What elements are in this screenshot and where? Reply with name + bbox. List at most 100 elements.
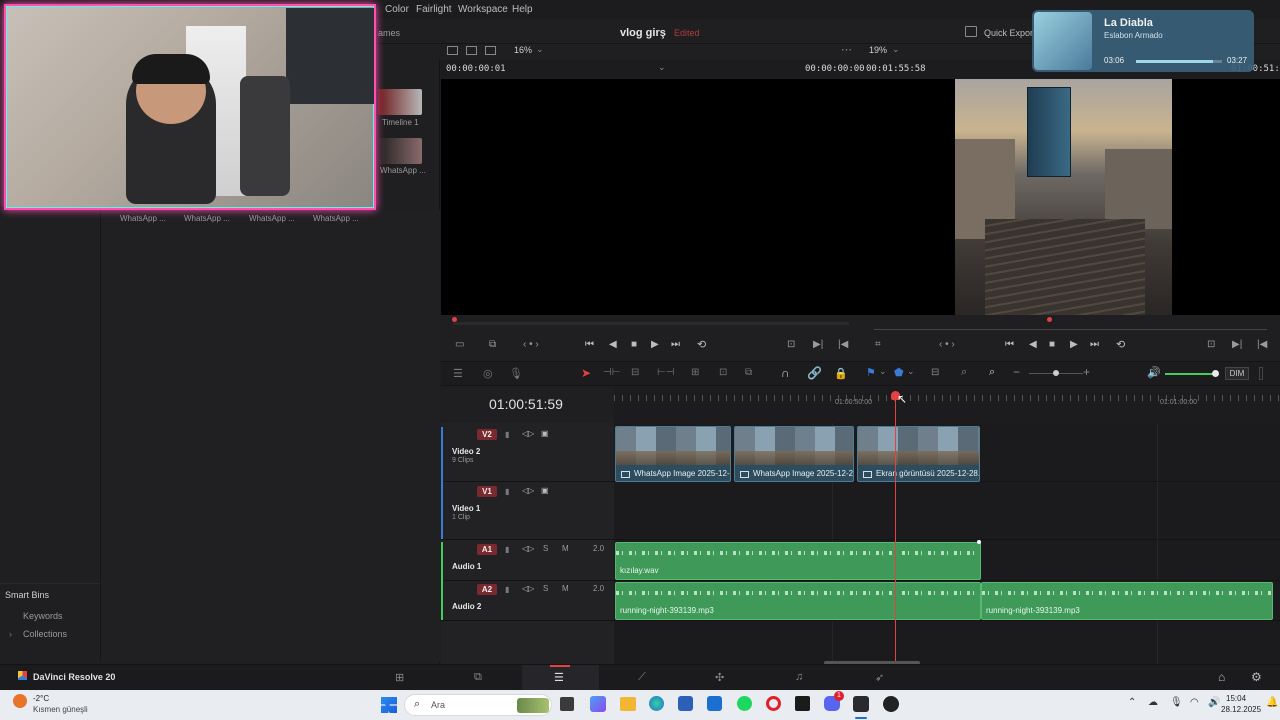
weather-icon[interactable]: [13, 694, 27, 708]
music-widget[interactable]: La Diabla Eslabon Armado 03:06 03:27: [1032, 10, 1254, 72]
windows-start-icon[interactable]: [381, 697, 397, 713]
auto-select-icon[interactable]: ◁▷: [522, 584, 534, 593]
fairlight-page-icon[interactable]: ♫: [795, 671, 803, 683]
skip-end-icon[interactable]: ⏭: [1090, 339, 1099, 350]
spotify-icon[interactable]: [737, 696, 752, 711]
media-page-icon[interactable]: ⊞: [395, 671, 404, 684]
menu-color[interactable]: Color: [385, 4, 409, 15]
chevron-down-icon[interactable]: ⌄: [892, 44, 900, 55]
skip-start-icon[interactable]: ⏮: [1005, 339, 1014, 350]
chevron-down-icon[interactable]: ⌄: [907, 366, 915, 377]
edit-page-tab[interactable]: ☰: [522, 665, 599, 691]
source-viewer[interactable]: [441, 79, 855, 315]
timeline-timecode[interactable]: 01:00:51:59: [489, 396, 563, 412]
audio-clip[interactable]: kızılay.wav: [615, 542, 981, 580]
zoom-slider-handle[interactable]: [1053, 370, 1059, 376]
play-icon[interactable]: ▶: [1070, 339, 1078, 350]
auto-select-icon[interactable]: ◁▷: [522, 486, 534, 495]
playhead-line[interactable]: [895, 396, 896, 662]
link-icon[interactable]: 🔗: [807, 366, 822, 380]
zoom-in-icon[interactable]: +: [1083, 365, 1090, 379]
media-thumb-label[interactable]: WhatsApp ...: [184, 214, 230, 223]
skip-start-icon[interactable]: ⏮: [585, 339, 594, 350]
clock-date[interactable]: 28.12.2025: [1221, 705, 1261, 714]
lock-icon[interactable]: 🔒: [834, 367, 848, 380]
audio-clip[interactable]: running-night-393139.mp3: [615, 582, 981, 620]
track-badge-v1[interactable]: V1: [477, 486, 497, 497]
timeline-options-icon[interactable]: ☰: [453, 367, 463, 380]
nav-prev-icon[interactable]: ‹ • ›: [523, 339, 539, 350]
deliver-page-icon[interactable]: ➶: [875, 671, 884, 684]
program-scrubber[interactable]: [874, 329, 1267, 330]
cut-page-icon[interactable]: ⧉: [474, 671, 482, 684]
taskbar-search[interactable]: ⌕ Ara: [404, 694, 552, 716]
loop-range-icon[interactable]: ⊡: [787, 339, 795, 350]
notifications-icon[interactable]: 🔔: [1266, 697, 1278, 708]
zoom-full-icon[interactable]: ⊟: [931, 367, 939, 378]
source-scrubber[interactable]: [453, 322, 849, 325]
davinci-resolve-icon[interactable]: [853, 696, 869, 712]
clock-time[interactable]: 15:04: [1226, 694, 1246, 703]
lock-icon[interactable]: ▮: [505, 487, 509, 496]
media-thumb-label[interactable]: WhatsApp ...: [120, 214, 166, 223]
timeline-thumb[interactable]: [378, 89, 422, 115]
fusion-page-icon[interactable]: ⟋: [638, 671, 646, 684]
more-icon[interactable]: ⋯: [841, 43, 852, 56]
mark-in-icon[interactable]: |◀: [838, 339, 848, 350]
smart-bin-collections[interactable]: Collections: [23, 629, 67, 639]
viewer-mode-icon[interactable]: ▭: [455, 339, 464, 350]
menu-workspace[interactable]: Workspace: [458, 4, 508, 15]
home-icon[interactable]: ⌂: [1218, 670, 1225, 684]
outlook-icon[interactable]: [707, 696, 722, 711]
audio-clip[interactable]: running-night-393139.mp3: [981, 582, 1273, 620]
flag-icon[interactable]: ⚑: [866, 366, 876, 379]
media-thumb-label[interactable]: WhatsApp ...: [249, 214, 295, 223]
transform-icon[interactable]: ⌗: [875, 339, 881, 350]
replace-clip-icon[interactable]: ⧉: [745, 367, 752, 378]
zoom-out-icon[interactable]: −: [1013, 365, 1020, 379]
speaker-icon[interactable]: 🔊: [1208, 697, 1220, 708]
file-explorer-icon[interactable]: [620, 697, 636, 711]
layout-icon[interactable]: [447, 46, 458, 55]
play-reverse-icon[interactable]: ◀: [609, 339, 617, 350]
blade-tool-icon[interactable]: ⊢⊣: [657, 367, 674, 378]
quick-export-button[interactable]: Quick Export: [984, 28, 1036, 38]
dynamic-trim-icon[interactable]: ⊟: [631, 367, 639, 378]
obs-icon[interactable]: [883, 696, 899, 712]
lock-icon[interactable]: ▮: [505, 545, 509, 554]
volume-slider[interactable]: [1165, 373, 1215, 375]
music-progress-track[interactable]: [1136, 60, 1222, 63]
tray-app-icon[interactable]: ☁: [1148, 697, 1158, 708]
trim-tool-icon[interactable]: ⊣⊢: [603, 367, 620, 378]
volume-icon[interactable]: 🔊: [1147, 366, 1161, 379]
zoom-detail-icon[interactable]: ⌕: [961, 366, 967, 379]
weather-temp[interactable]: -2°C: [33, 694, 49, 703]
mute-button[interactable]: M: [562, 544, 569, 553]
program-playhead-icon[interactable]: [1047, 317, 1052, 322]
copilot-icon[interactable]: [590, 696, 606, 712]
store-icon[interactable]: [678, 696, 693, 711]
selection-tool-icon[interactable]: ➤: [581, 366, 591, 380]
timeline-ruler[interactable]: 01:00:50:00 01:01:00:00: [614, 387, 1280, 423]
capcut-icon[interactable]: [795, 696, 810, 711]
track-visible-icon[interactable]: ▣: [541, 486, 549, 495]
layout-icon[interactable]: [466, 46, 477, 55]
auto-select-icon[interactable]: ◁▷: [522, 429, 534, 438]
loop-icon[interactable]: ⟲: [1116, 338, 1125, 351]
track-badge-v2[interactable]: V2: [477, 429, 497, 440]
media-thumb-label[interactable]: WhatsApp ...: [313, 214, 359, 223]
mark-out-icon[interactable]: ▶|: [1232, 339, 1242, 350]
track-visible-icon[interactable]: ▣: [541, 429, 549, 438]
overwrite-clip-icon[interactable]: ⊡: [719, 367, 727, 378]
volume-slider-handle[interactable]: [1212, 370, 1219, 377]
insert-clip-icon[interactable]: ⊞: [691, 367, 699, 378]
task-view-icon[interactable]: [560, 697, 574, 711]
chevron-down-icon[interactable]: ⌄: [658, 62, 666, 73]
menu-help[interactable]: Help: [512, 4, 533, 15]
export-icon[interactable]: [965, 26, 977, 37]
mark-out-icon[interactable]: ▶|: [813, 339, 823, 350]
video-clip[interactable]: WhatsApp Image 2025-12-2...: [734, 426, 854, 482]
nav-prev-icon[interactable]: ‹ • ›: [939, 339, 955, 350]
gear-icon[interactable]: ⚙: [1251, 670, 1262, 684]
wifi-icon[interactable]: ◠: [1190, 697, 1199, 708]
